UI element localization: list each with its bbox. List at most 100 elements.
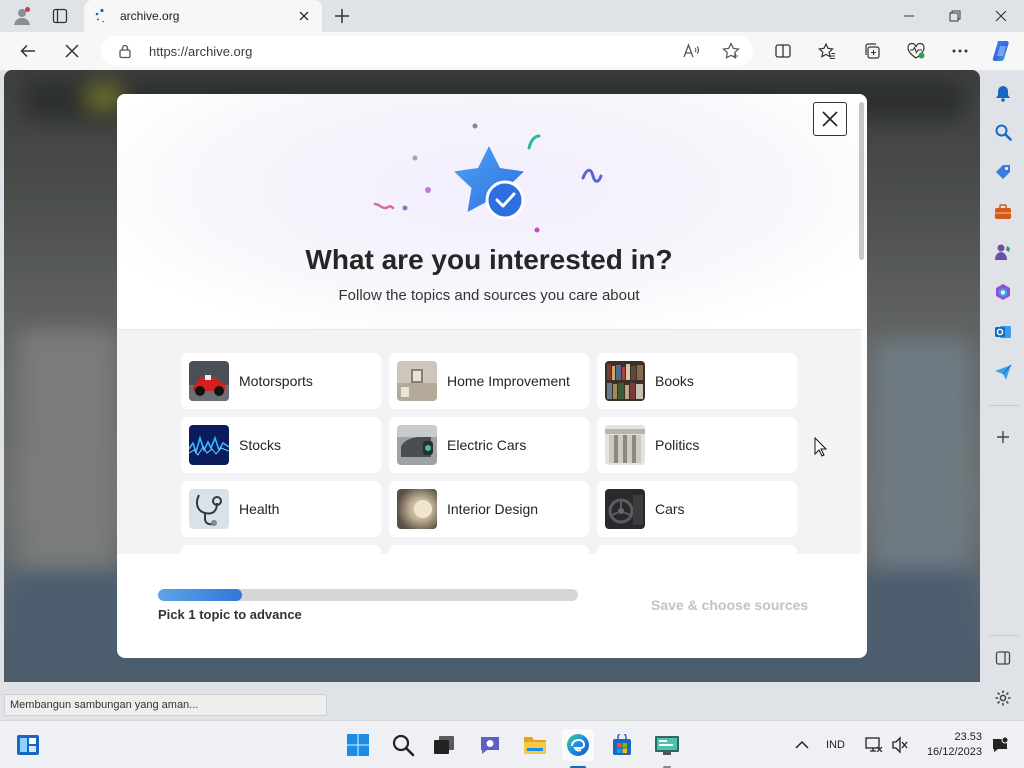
hide-sidebar-icon[interactable] <box>992 647 1014 669</box>
health-thumb <box>189 489 229 529</box>
teams-chat-icon[interactable] <box>474 729 506 761</box>
start-button[interactable] <box>342 729 374 761</box>
topic-card-books[interactable]: Books <box>597 353 797 409</box>
home-improvement-thumb <box>397 361 437 401</box>
topic-card-health[interactable]: Health <box>181 481 381 537</box>
stocks-thumb <box>189 425 229 465</box>
browser-essentials-icon[interactable] <box>903 38 929 64</box>
browser-toolbar: https://archive.org <box>0 32 1024 70</box>
favorites-icon[interactable] <box>814 38 840 64</box>
taskbar-search-icon[interactable] <box>387 729 419 761</box>
copilot-icon[interactable] <box>989 38 1015 64</box>
books-thumb <box>605 361 645 401</box>
input-language-indicator[interactable]: IND <box>826 739 845 751</box>
topic-card-interior-design[interactable]: Interior Design <box>389 481 589 537</box>
system-clock[interactable]: 23.53 16/12/2023 <box>918 730 982 760</box>
dialog-scrollbar[interactable] <box>859 102 864 260</box>
topic-card-stocks[interactable]: Stocks <box>181 417 381 473</box>
edge-taskbar-icon[interactable] <box>562 729 594 761</box>
topic-card-partial[interactable] <box>597 545 797 554</box>
tools-briefcase-icon[interactable] <box>992 201 1014 223</box>
topic-card-partial[interactable] <box>389 545 589 554</box>
task-view-icon[interactable] <box>428 729 460 761</box>
star-check-illustration <box>373 123 603 233</box>
tab-actions-icon[interactable] <box>48 4 72 28</box>
send-icon[interactable] <box>992 361 1014 383</box>
topic-card-partial[interactable] <box>181 545 381 554</box>
topic-card-home-improvement[interactable]: Home Improvement <box>389 353 589 409</box>
loading-favicon-icon <box>95 8 104 23</box>
close-tab-icon[interactable] <box>296 8 312 24</box>
notification-center-icon[interactable] <box>984 729 1016 761</box>
topic-card-politics[interactable]: Politics <box>597 417 797 473</box>
favorite-star-icon[interactable] <box>721 41 741 61</box>
clock-date: 16/12/2023 <box>926 746 982 758</box>
restore-button[interactable] <box>932 0 978 32</box>
mouse-cursor-icon <box>814 437 828 457</box>
topic-card-electric-cars[interactable]: Electric Cars <box>389 417 589 473</box>
active-tab[interactable]: archive.org <box>84 0 322 32</box>
politics-thumb <box>605 425 645 465</box>
motorsports-thumb <box>189 361 229 401</box>
url-text[interactable]: https://archive.org <box>149 44 252 59</box>
clock-time: 23.53 <box>954 731 982 743</box>
close-dialog-button[interactable] <box>813 102 847 136</box>
microsoft-store-icon[interactable] <box>606 729 638 761</box>
address-bar[interactable]: https://archive.org <box>101 36 753 66</box>
cars-thumb <box>605 489 645 529</box>
status-bubble: Membangun sambungan yang aman... <box>4 694 327 716</box>
topic-label: Books <box>655 373 694 389</box>
volume-muted-icon[interactable] <box>884 729 916 761</box>
windows-taskbar: IND 23.53 16/12/2023 <box>0 720 1024 768</box>
dialog-hero: What are you interested in? Follow the t… <box>117 94 867 329</box>
remote-desktop-icon[interactable] <box>651 729 683 761</box>
save-choose-sources-button[interactable]: Save & choose sources <box>651 597 808 613</box>
tab-title: archive.org <box>120 9 180 23</box>
close-window-button[interactable] <box>978 0 1024 32</box>
progress-label: Pick 1 topic to advance <box>158 607 302 622</box>
topic-card-cars[interactable]: Cars <box>597 481 797 537</box>
progress-fill <box>158 589 242 601</box>
microsoft-365-icon[interactable] <box>992 281 1014 303</box>
topic-label: Cars <box>655 501 685 517</box>
topic-card-motorsports[interactable]: Motorsports <box>181 353 381 409</box>
topic-label: Health <box>239 501 280 517</box>
electric-cars-thumb <box>397 425 437 465</box>
close-icon <box>822 111 838 127</box>
show-hidden-icons-chevron-icon[interactable] <box>786 729 818 761</box>
collections-icon[interactable] <box>859 38 885 64</box>
dialog-subtitle: Follow the topics and sources you care a… <box>338 287 640 304</box>
interior-design-thumb <box>397 489 437 529</box>
add-sidebar-app-icon[interactable] <box>992 426 1014 448</box>
outlook-icon[interactable] <box>992 321 1014 343</box>
topic-label: Motorsports <box>239 373 313 389</box>
stop-loading-button[interactable] <box>58 37 86 65</box>
edge-sidebar <box>984 70 1024 720</box>
topic-label: Interior Design <box>447 501 539 517</box>
dialog-title: What are you interested in? <box>305 244 673 275</box>
sidebar-separator <box>989 635 1019 636</box>
settings-gear-icon[interactable] <box>992 687 1014 709</box>
back-button[interactable] <box>14 37 42 65</box>
tab-strip: archive.org <box>0 0 1024 32</box>
more-options-icon[interactable] <box>947 38 973 64</box>
shopping-tag-icon[interactable] <box>992 161 1014 183</box>
topic-label: Stocks <box>239 437 282 453</box>
topic-label: Politics <box>655 437 700 453</box>
profile-icon[interactable] <box>10 4 34 28</box>
file-explorer-icon[interactable] <box>519 729 551 761</box>
topics-grid: Motorsports Home Improvement Books Stock… <box>117 329 861 554</box>
search-icon[interactable] <box>992 121 1014 143</box>
progress-bar <box>158 589 578 601</box>
widgets-icon[interactable] <box>12 729 44 761</box>
lock-icon[interactable] <box>117 43 133 59</box>
minimize-button[interactable] <box>886 0 932 32</box>
sidebar-separator <box>989 405 1019 406</box>
interests-dialog: What are you interested in? Follow the t… <box>117 94 867 658</box>
notifications-bell-icon[interactable] <box>992 82 1014 104</box>
topic-label: Home Improvement <box>447 373 570 389</box>
split-screen-icon[interactable] <box>770 38 796 64</box>
games-icon[interactable] <box>992 241 1014 263</box>
new-tab-icon[interactable] <box>330 4 354 28</box>
read-aloud-icon[interactable] <box>681 41 701 61</box>
